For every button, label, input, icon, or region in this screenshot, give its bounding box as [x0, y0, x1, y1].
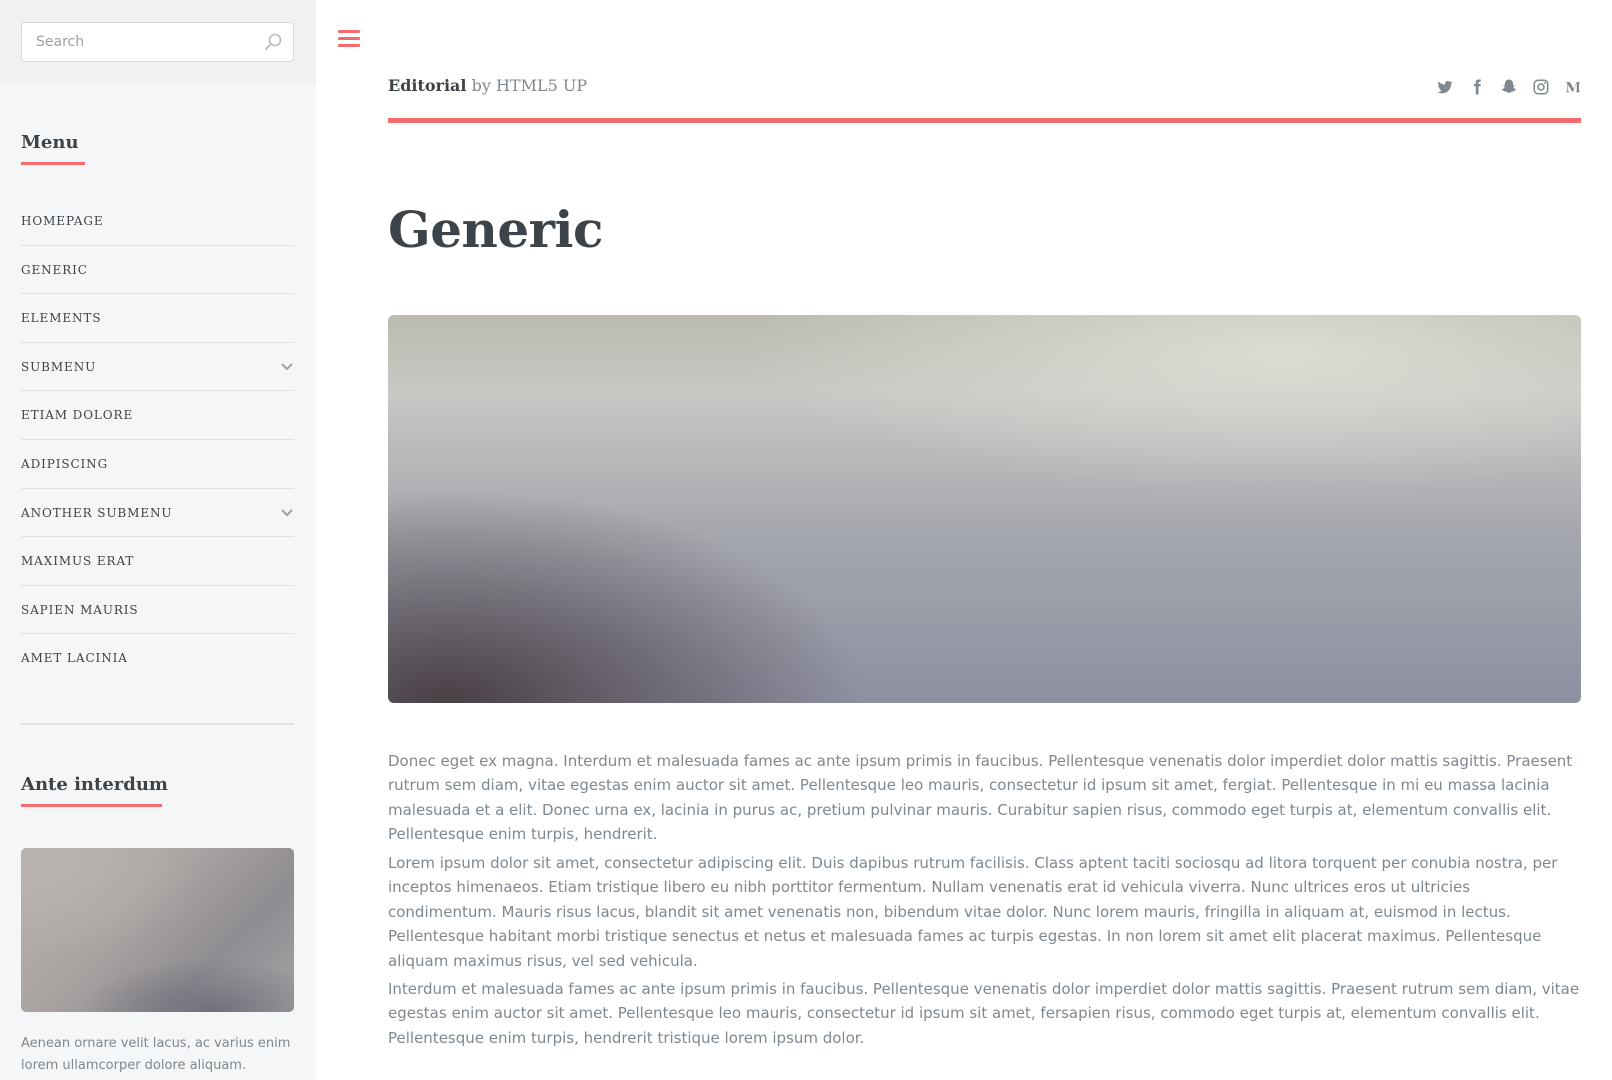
sidebar-item-another-submenu[interactable]: ANOTHER SUBMENU [21, 489, 294, 538]
search-input[interactable] [22, 23, 252, 61]
menu-heading-text: Menu [21, 132, 79, 153]
sidebar-item-label: ANOTHER SUBMENU [21, 505, 173, 520]
menu-heading-underline [21, 162, 85, 165]
menu-toggle-icon[interactable] [338, 30, 360, 50]
sidebar-item-submenu[interactable]: SUBMENU [21, 343, 294, 392]
sidebar-item-label: SUBMENU [21, 359, 97, 374]
snapchat-icon[interactable] [1500, 78, 1518, 96]
search-section [0, 0, 316, 84]
sidebar-item-generic[interactable]: GENERIC [21, 246, 294, 295]
sidebar-item-label: GENERIC [21, 262, 88, 277]
sidebar-item-label: ETIAM DOLORE [21, 408, 134, 423]
sidebar-item-label: MAXIMUS ERAT [21, 554, 135, 569]
search-box[interactable] [21, 22, 294, 62]
menu-heading: Menu [21, 132, 85, 165]
twitter-icon[interactable] [1436, 78, 1454, 96]
sidebar-item-label: AMET LACINIA [21, 651, 128, 666]
facebook-icon[interactable] [1468, 78, 1486, 96]
sidebar-item-sapien-mauris[interactable]: SAPIEN MAURIS [21, 586, 294, 635]
page-title: Generic [388, 200, 603, 259]
sidebar: Menu HOMEPAGE GENERIC ELEMENTS SUBMENU ETIAM… [0, 0, 316, 1080]
chevron-down-icon[interactable] [280, 507, 294, 519]
paragraph-3: Interdum et malesuada fames ac ante ipsu… [388, 980, 1580, 1047]
sidebar-item-label: ADIPISCING [21, 456, 109, 471]
logo-rest: by HTML5 UP [466, 76, 588, 95]
sidebar-item-etiam-dolore[interactable]: ETIAM DOLORE [21, 391, 294, 440]
sidebar-item-label: SAPIEN MAURIS [21, 602, 139, 617]
sidebar-menu: HOMEPAGE GENERIC ELEMENTS SUBMENU ETIAM DOLO… [21, 197, 294, 683]
medium-icon[interactable] [1564, 78, 1582, 96]
sidebar-item-label: ELEMENTS [21, 311, 102, 326]
site-logo[interactable]: Editorial by HTML5 UP [388, 76, 587, 95]
feature-heading-underline [21, 804, 162, 807]
sidebar-item-homepage[interactable]: HOMEPAGE [21, 197, 294, 246]
chevron-down-icon[interactable] [280, 361, 294, 373]
social-links [1436, 78, 1582, 98]
paragraph-2: Lorem ipsum dolor sit amet, consectetur … [388, 854, 1558, 970]
search-icon[interactable] [263, 32, 283, 52]
feature-text: Aenean ornare velit lacus, ac varius eni… [21, 1036, 291, 1073]
feature-heading: Ante interdum [21, 774, 168, 807]
feature-image[interactable] [21, 848, 294, 1012]
paragraph-1: Donec eget ex magna. Interdum et malesua… [388, 752, 1573, 844]
sidebar-item-maximus-erat[interactable]: MAXIMUS ERAT [21, 537, 294, 586]
sidebar-divider [21, 723, 294, 725]
sidebar-item-amet-lacinia[interactable]: AMET LACINIA [21, 634, 294, 683]
sidebar-item-label: HOMEPAGE [21, 214, 104, 228]
header-divider [388, 118, 1581, 123]
instagram-icon[interactable] [1532, 78, 1550, 96]
feature-heading-text: Ante interdum [21, 774, 168, 795]
sidebar-item-elements[interactable]: ELEMENTS [21, 294, 294, 343]
hero-image [388, 315, 1581, 703]
logo-bold: Editorial [388, 76, 467, 95]
sidebar-item-adipiscing[interactable]: ADIPISCING [21, 440, 294, 489]
